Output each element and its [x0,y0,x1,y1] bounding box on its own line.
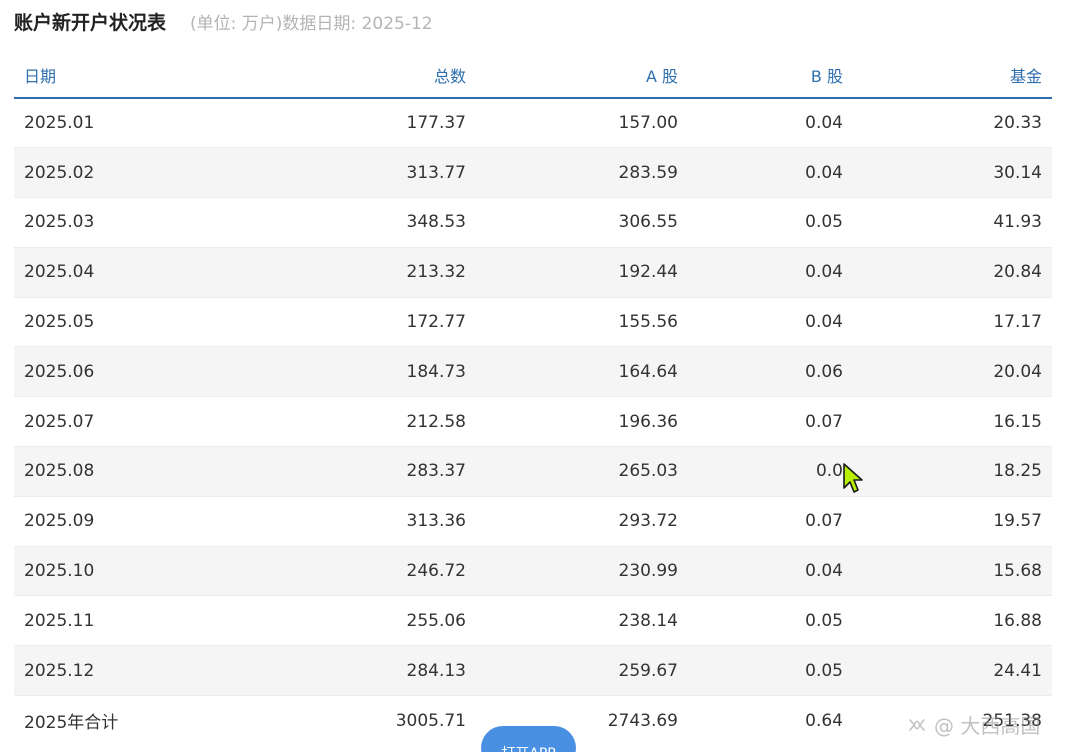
cell-b-share: 0.04 [688,247,853,298]
cell-total: 172.77 [134,297,476,348]
cell-b-share: 0.0 [688,446,853,497]
table-row: 2025.06 184.73 164.64 0.06 20.04 [14,346,1052,398]
cell-total: 283.37 [134,446,476,497]
cell-date: 2025.10 [14,546,134,597]
cell-total: 246.72 [134,546,476,597]
cell-b-share: 0.05 [688,645,853,697]
cell-total: 213.32 [134,247,476,298]
wechat-channel-icon [909,718,925,731]
cell-a-share: 230.99 [476,546,688,597]
cell-fund: 20.04 [853,346,1052,398]
column-header-b-share[interactable]: B 股 [688,52,853,99]
table-row: 2025.07 212.58 196.36 0.07 16.15 [14,396,1052,448]
table-row: 2025.03 348.53 306.55 0.05 41.93 [14,197,1052,248]
watermark-text: @ 大西高国 [934,714,1041,738]
account-table: 日期 总数 A 股 B 股 基金 2025.01 177.37 157.00 0… [14,52,1052,746]
cell-total: 184.73 [134,346,476,398]
cell-total: 284.13 [134,645,476,697]
cell-fund: 16.15 [853,396,1052,448]
date-label: 数据日期: [282,14,357,34]
cell-date: 2025.12 [14,645,134,697]
cell-total: 212.58 [134,396,476,448]
column-header-fund[interactable]: 基金 [853,52,1052,99]
cell-fund: 18.25 [853,446,1052,497]
cell-total: 3005.71 [134,695,476,746]
cell-date: 2025.03 [14,197,134,248]
mouse-pointer-icon [843,463,863,493]
meta-info: (单位: 万户)数据日期: 2025-12 [190,9,433,34]
cell-date: 2025.09 [14,496,134,547]
table-row: 2025.09 313.36 293.72 0.07 19.57 [14,496,1052,547]
open-app-button[interactable]: 打开APP [481,726,576,752]
cell-a-share: 283.59 [476,147,688,199]
cell-b-share: 0.04 [688,297,853,348]
cell-date: 2025.02 [14,147,134,199]
cell-fund: 16.88 [853,595,1052,647]
page: 账户新开户状况表 (单位: 万户)数据日期: 2025-12 日期 总数 A 股… [0,0,1066,752]
cell-total: 177.37 [134,98,476,149]
column-header-date[interactable]: 日期 [14,52,134,99]
table-row: 2025.11 255.06 238.14 0.05 16.88 [14,595,1052,647]
cell-total: 255.06 [134,595,476,647]
cell-b-share: 0.05 [688,595,853,647]
cell-b-share: 0.06 [688,346,853,398]
cell-a-share: 238.14 [476,595,688,647]
watermark: @ 大西高国 [906,710,1040,739]
cell-a-share: 259.67 [476,645,688,697]
cell-a-share: 164.64 [476,346,688,398]
cell-a-share: 157.00 [476,98,688,149]
cell-date: 2025.06 [14,346,134,398]
cell-fund: 24.41 [853,645,1052,697]
table-row: 2025.02 313.77 283.59 0.04 30.14 [14,147,1052,199]
cell-date: 2025.01 [14,98,134,149]
cell-fund: 20.33 [853,98,1052,149]
table-row: 2025.08 283.37 265.03 0.0 18.25 [14,446,1052,497]
cell-b-share: 0.04 [688,546,853,597]
cell-total: 313.77 [134,147,476,199]
cell-b-share: 0.07 [688,496,853,547]
cell-date: 2025.11 [14,595,134,647]
table-row: 2025.10 246.72 230.99 0.04 15.68 [14,546,1052,597]
cell-b-share: 0.64 [688,695,853,746]
table-row: 2025.05 172.77 155.56 0.04 17.17 [14,297,1052,348]
cell-date: 2025.05 [14,297,134,348]
table-row: 2025.12 284.13 259.67 0.05 24.41 [14,645,1052,697]
cell-a-share: 155.56 [476,297,688,348]
page-title: 账户新开户状况表 [14,12,167,34]
table-row: 2025.04 213.32 192.44 0.04 20.84 [14,247,1052,298]
cell-date: 2025.08 [14,446,134,497]
cell-b-share: 0.07 [688,396,853,448]
cell-date: 2025年合计 [14,695,134,746]
table-row: 2025.01 177.37 157.00 0.04 20.33 [14,98,1052,149]
cell-fund: 30.14 [853,147,1052,199]
cell-a-share: 293.72 [476,496,688,547]
title-bar: 账户新开户状况表 (单位: 万户)数据日期: 2025-12 [14,8,433,36]
cell-b-share: 0.04 [688,147,853,199]
table-header-row: 日期 总数 A 股 B 股 基金 [14,52,1052,99]
unit-label: (单位: 万户) [190,14,283,34]
cell-fund: 20.84 [853,247,1052,298]
column-header-a-share[interactable]: A 股 [476,52,688,99]
date-value: 2025-12 [361,14,433,34]
cell-date: 2025.07 [14,396,134,448]
cell-fund: 17.17 [853,297,1052,348]
cell-fund: 15.68 [853,546,1052,597]
cell-a-share: 196.36 [476,396,688,448]
cell-b-share: 0.04 [688,98,853,149]
column-header-total[interactable]: 总数 [134,52,476,99]
cell-a-share: 192.44 [476,247,688,298]
cell-fund: 41.93 [853,197,1052,248]
cell-b-share: 0.05 [688,197,853,248]
cell-total: 348.53 [134,197,476,248]
cell-a-share: 265.03 [476,446,688,497]
cell-date: 2025.04 [14,247,134,298]
cell-fund: 19.57 [853,496,1052,547]
cell-a-share: 306.55 [476,197,688,248]
cell-total: 313.36 [134,496,476,547]
